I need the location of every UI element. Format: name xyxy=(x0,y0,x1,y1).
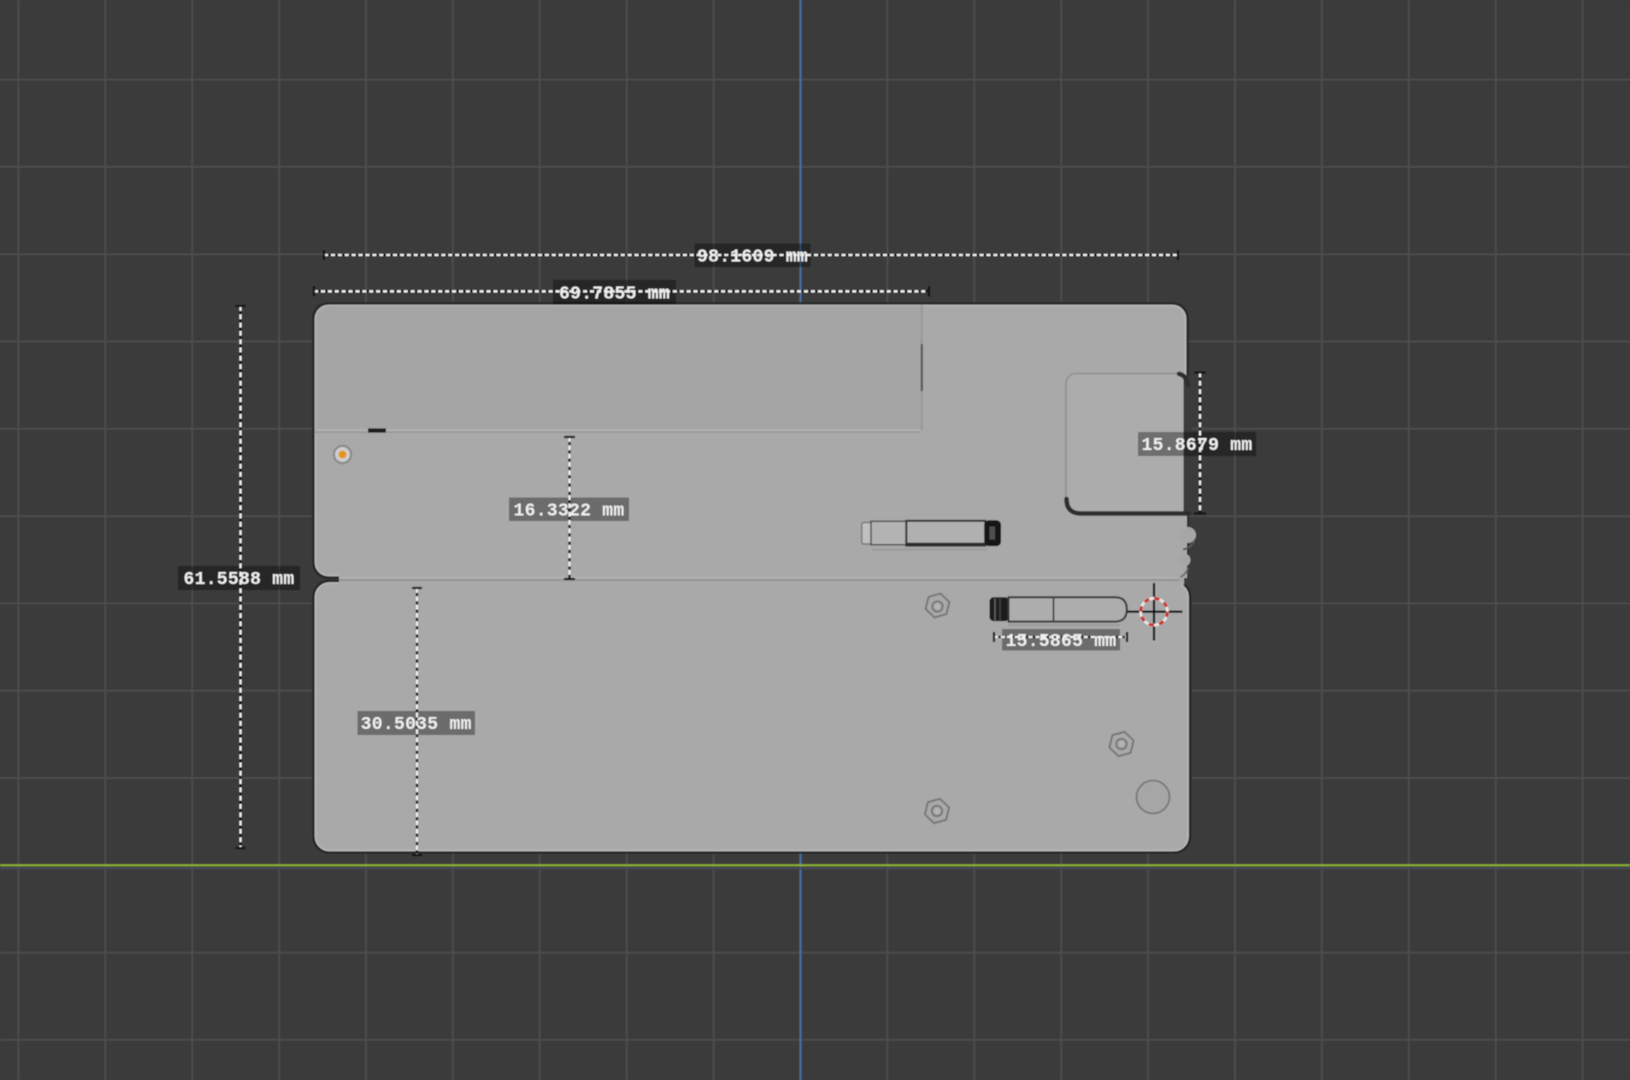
svg-text:98.1609 mm: 98.1609 mm xyxy=(697,247,808,267)
svg-text:15.5865 mm: 15.5865 mm xyxy=(1005,632,1116,652)
svg-text:61.5588 mm: 61.5588 mm xyxy=(183,570,294,590)
svg-text:15.8679 mm: 15.8679 mm xyxy=(1141,436,1252,456)
svg-text:16.3322 mm: 16.3322 mm xyxy=(513,501,624,521)
svg-text:30.5035 mm: 30.5035 mm xyxy=(361,715,472,735)
svg-text:69.7855 mm: 69.7855 mm xyxy=(559,284,670,304)
